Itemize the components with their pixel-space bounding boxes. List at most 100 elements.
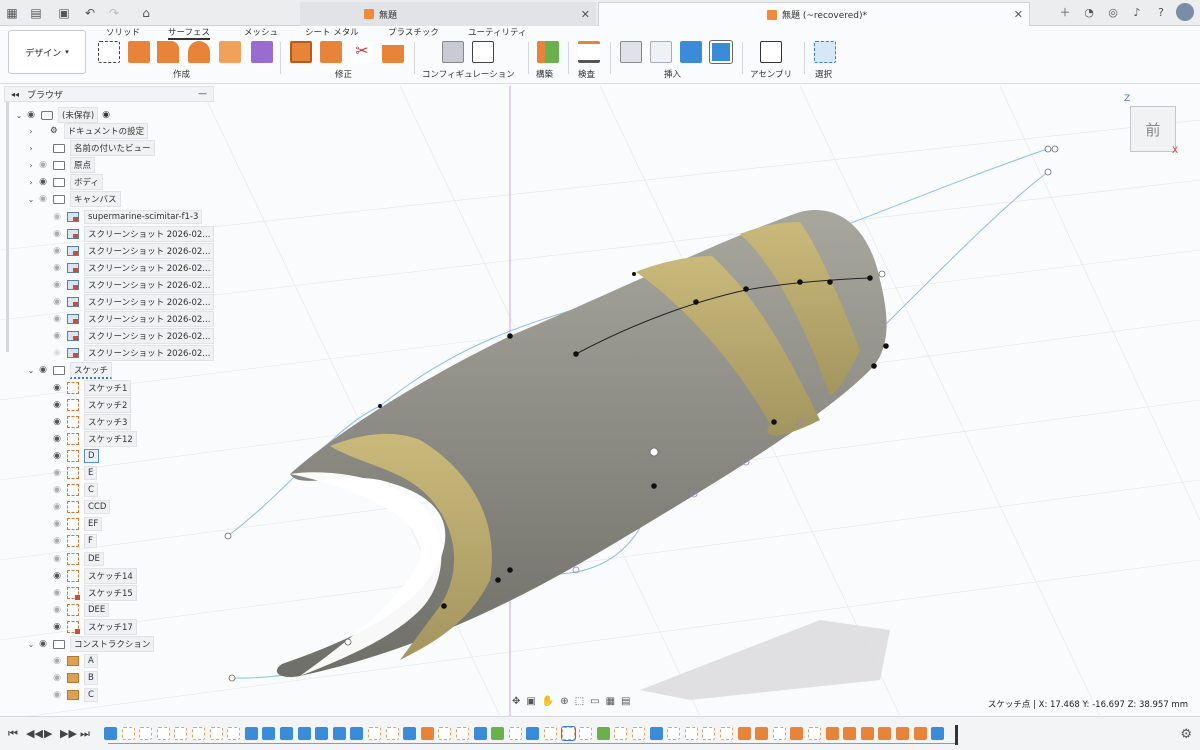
timeline-feature-icon[interactable] bbox=[560, 726, 576, 741]
eye-icon[interactable]: ◉ bbox=[50, 656, 64, 666]
group-create[interactable]: 作成 bbox=[173, 68, 190, 80]
tree-item-folder[interactable]: › ◉ ボディ bbox=[26, 174, 103, 191]
collapse-arrow-icon[interactable]: ◂◂ bbox=[11, 90, 19, 99]
timeline-feature-icon[interactable] bbox=[420, 727, 434, 740]
eye-icon[interactable]: ◉ bbox=[50, 571, 64, 581]
timeline-feature-icon[interactable] bbox=[790, 727, 804, 740]
timeline-feature-icon[interactable] bbox=[913, 727, 927, 740]
tree-item-folder[interactable]: › ◉ 原点 bbox=[26, 157, 96, 174]
timeline-feature-icon[interactable] bbox=[297, 727, 311, 740]
tree-item-folder[interactable]: ⌄ ◉ スケッチ bbox=[26, 361, 113, 379]
timeline-feature-icon[interactable] bbox=[596, 727, 610, 740]
chevron-right-icon[interactable]: › bbox=[26, 178, 36, 187]
group-configuration[interactable]: コンフィギュレーション bbox=[422, 68, 515, 80]
display-settings-icon[interactable]: ▭ bbox=[590, 696, 599, 707]
tree-item-folder[interactable]: › 名前の付いたビュー bbox=[26, 140, 155, 157]
tree-item-canvas[interactable]: ◉ スクリーンショット 2026-02... bbox=[40, 276, 215, 293]
group-modify[interactable]: 修正 bbox=[335, 68, 352, 80]
eye-icon[interactable]: ◉ bbox=[50, 622, 64, 632]
tree-item-sketch[interactable]: ◉ DEE bbox=[40, 602, 110, 618]
timeline-feature-icon[interactable] bbox=[649, 727, 663, 740]
tree-item-folder[interactable]: ⌄ ◉ コンストラクション bbox=[26, 636, 155, 652]
extrude-icon[interactable] bbox=[128, 41, 150, 63]
tab-sheet-metal[interactable]: シート メタル bbox=[305, 26, 359, 40]
timeline-feature-icon[interactable] bbox=[456, 727, 469, 740]
offset-icon[interactable] bbox=[382, 41, 404, 63]
tree-item-sketch[interactable]: ◉ スケッチ12 bbox=[40, 430, 137, 447]
tree-item-sketch[interactable]: ◉ E bbox=[40, 465, 98, 481]
eye-icon[interactable]: ◉ bbox=[36, 194, 50, 204]
tree-item-construction[interactable]: ◉ C bbox=[40, 687, 98, 703]
timeline-feature-icon[interactable] bbox=[737, 727, 751, 740]
timeline-feature-icon[interactable] bbox=[403, 727, 417, 740]
save-icon[interactable]: ▣ bbox=[54, 3, 74, 23]
eye-icon[interactable]: ◉ bbox=[50, 485, 64, 495]
eye-icon[interactable]: ◉ bbox=[50, 348, 64, 358]
eye-icon[interactable]: ◉ bbox=[50, 502, 64, 512]
eye-icon[interactable]: ◉ bbox=[50, 519, 64, 529]
tree-item-canvas[interactable]: ◉ スクリーンショット 2026-02... bbox=[40, 345, 215, 362]
insert-derive-icon[interactable] bbox=[620, 41, 642, 63]
home-icon[interactable]: ⌂ bbox=[136, 3, 156, 23]
timeline-feature-icon[interactable] bbox=[332, 727, 346, 740]
gear-icon[interactable]: ⚙ bbox=[1180, 727, 1192, 742]
browser-scrollbar[interactable] bbox=[6, 102, 9, 352]
timeline-feature-icon[interactable] bbox=[860, 727, 874, 740]
timeline-feature-icon[interactable] bbox=[209, 727, 223, 740]
timeline-feature-icon[interactable] bbox=[192, 727, 205, 740]
select-icon[interactable] bbox=[814, 41, 836, 63]
construct-plane-icon[interactable] bbox=[537, 41, 559, 63]
tree-item-construction[interactable]: ◉ B bbox=[40, 670, 98, 686]
timeline-feature-icon[interactable] bbox=[825, 727, 839, 740]
timeline-feature-icon[interactable] bbox=[368, 727, 381, 740]
chevron-right-icon[interactable]: › bbox=[26, 161, 36, 170]
tree-item-sketch[interactable]: ◉ CCD bbox=[40, 499, 111, 515]
fit-icon[interactable]: ⬚ bbox=[575, 696, 584, 707]
eye-icon[interactable]: ◉ bbox=[50, 690, 64, 700]
insert-link-icon[interactable] bbox=[650, 41, 672, 63]
timeline-feature-icon[interactable] bbox=[896, 727, 909, 740]
eye-icon[interactable]: ◉ bbox=[50, 400, 64, 410]
timeline-feature-icon[interactable] bbox=[667, 727, 681, 740]
chevron-down-icon[interactable]: ⌄ bbox=[26, 366, 36, 375]
eye-icon[interactable]: ◉ bbox=[50, 331, 64, 341]
tree-item-construction[interactable]: ◉ A bbox=[40, 653, 98, 669]
group-insert[interactable]: 挿入 bbox=[664, 68, 681, 80]
eye-icon[interactable]: ◉ bbox=[36, 160, 50, 170]
document-tab-1[interactable]: 無題 ✕ bbox=[300, 2, 596, 26]
eye-icon[interactable]: ◉ bbox=[50, 297, 64, 307]
group-construct[interactable]: 構築 bbox=[536, 68, 553, 80]
undo-icon[interactable]: ↶ bbox=[80, 3, 100, 23]
timeline-feature-icon[interactable] bbox=[262, 727, 276, 740]
timeline-feature-icon[interactable] bbox=[104, 727, 117, 740]
timeline-feature-icon[interactable] bbox=[227, 727, 241, 740]
eye-icon[interactable]: ◉ bbox=[50, 280, 64, 290]
timeline-feature-icon[interactable] bbox=[438, 727, 452, 740]
tab-utility[interactable]: ユーティリティ bbox=[468, 26, 526, 40]
orbit-icon[interactable]: ✥ bbox=[512, 696, 520, 707]
timeline-feature-icon[interactable] bbox=[720, 727, 733, 740]
avatar[interactable] bbox=[1176, 3, 1194, 21]
tree-item-sketch[interactable]: ◉ EF bbox=[40, 516, 103, 532]
delete-face-icon[interactable] bbox=[320, 41, 342, 63]
close-tab-icon[interactable]: ✕ bbox=[581, 8, 590, 21]
trim-icon[interactable] bbox=[290, 41, 312, 63]
tree-item-canvas[interactable]: ◉ スクリーンショット 2026-02... bbox=[40, 294, 215, 310]
insert-image-icon[interactable] bbox=[680, 41, 702, 63]
app-grid-icon[interactable]: ▦ bbox=[2, 3, 22, 23]
view-cube-face[interactable]: 前 bbox=[1130, 106, 1176, 152]
tab-solid[interactable]: ソリッド bbox=[106, 26, 140, 40]
measure-icon[interactable] bbox=[578, 41, 600, 63]
timeline-feature-icon[interactable] bbox=[121, 727, 135, 740]
view-cube[interactable]: Z 前 X bbox=[1118, 94, 1184, 160]
go-start-icon[interactable]: ⏮ bbox=[8, 727, 18, 741]
eye-icon[interactable]: ◉ bbox=[50, 212, 64, 222]
zoom-icon[interactable]: ⊕ bbox=[560, 696, 568, 707]
eye-icon[interactable]: ◉ bbox=[50, 314, 64, 324]
tab-surface[interactable]: サーフェス bbox=[168, 26, 210, 40]
eye-icon[interactable]: ◉ bbox=[50, 536, 64, 546]
group-select[interactable]: 選択 bbox=[815, 68, 832, 80]
radio-icon[interactable]: ◉ bbox=[102, 110, 110, 120]
timeline-feature-icon[interactable] bbox=[702, 727, 716, 740]
eye-icon[interactable]: ◉ bbox=[50, 554, 64, 564]
